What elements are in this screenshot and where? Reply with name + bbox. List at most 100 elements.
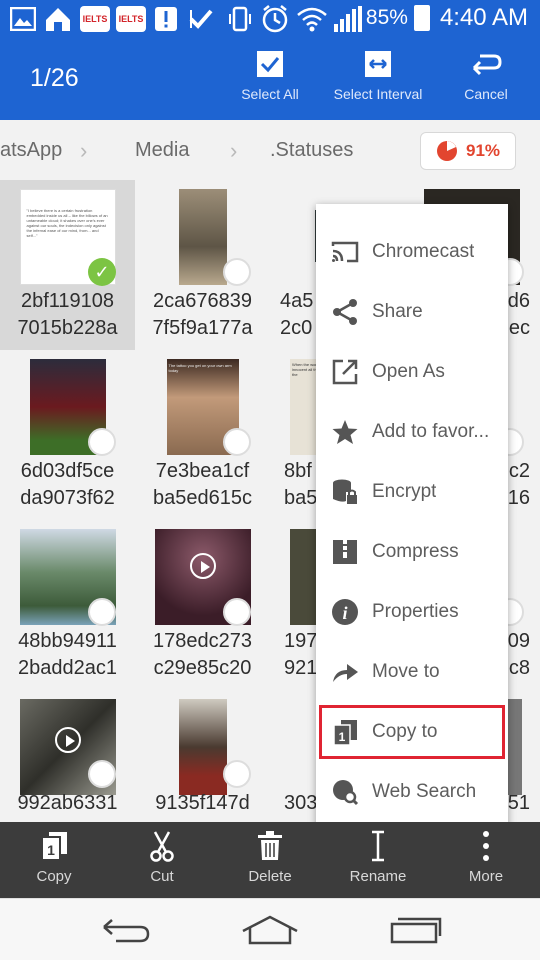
ielts-label: IELTS bbox=[82, 14, 108, 24]
menu-label: Share bbox=[372, 301, 423, 322]
selection-counter: 1/26 bbox=[30, 64, 79, 92]
selection-action-bar: 1/26 Select All Select Interval Cancel bbox=[0, 38, 540, 120]
rename-button[interactable]: Rename bbox=[324, 822, 432, 898]
rename-cursor-icon bbox=[361, 830, 395, 862]
file-item[interactable]: The tattoo you get on your own arm today… bbox=[135, 350, 270, 520]
back-icon bbox=[103, 919, 150, 943]
copy-button[interactable]: 1 Copy bbox=[0, 822, 108, 898]
file-item[interactable]: 178edc273 c29e85c20 bbox=[135, 520, 270, 690]
menu-item-add-to-favorites[interactable]: Add to favor... bbox=[316, 402, 508, 462]
delete-button[interactable]: Delete bbox=[216, 822, 324, 898]
file-name: 48bb94911 2badd2ac1 bbox=[18, 630, 117, 679]
select-radio[interactable] bbox=[223, 258, 251, 286]
home-app-notification-icon bbox=[44, 6, 72, 32]
menu-label: Web Search bbox=[372, 781, 477, 802]
menu-label: Copy to bbox=[372, 721, 438, 742]
select-radio[interactable] bbox=[88, 760, 116, 788]
menu-label: Open As bbox=[372, 361, 445, 382]
file-item[interactable]: 48bb94911 2badd2ac1 bbox=[0, 520, 135, 690]
menu-item-share[interactable]: Share bbox=[316, 282, 508, 342]
cast-icon bbox=[330, 237, 360, 267]
menu-item-move-to[interactable]: Move to bbox=[316, 642, 508, 702]
file-item[interactable]: "I believe there is a certain frustratio… bbox=[0, 180, 135, 350]
copy-to-icon: 1 bbox=[330, 717, 360, 747]
breadcrumb-item-whatsapp[interactable]: atsApp bbox=[0, 139, 62, 162]
rename-label: Rename bbox=[349, 868, 407, 885]
select-radio[interactable] bbox=[223, 760, 251, 788]
file-thumbnail bbox=[178, 189, 227, 285]
ielts-notification-icon: IELTS bbox=[80, 6, 110, 32]
file-name: 9135f147d bbox=[155, 792, 250, 814]
archive-icon bbox=[330, 537, 360, 567]
menu-item-encrypt[interactable]: Encrypt bbox=[316, 462, 508, 522]
wifi-icon bbox=[296, 6, 328, 32]
file-item[interactable]: 2ca676839 7f5f9a177a bbox=[135, 180, 270, 350]
file-name: 6d03df5ce da9073f62 bbox=[20, 460, 115, 509]
copy-label: Copy bbox=[36, 868, 72, 885]
cut-button[interactable]: Cut bbox=[108, 822, 216, 898]
menu-item-open-as[interactable]: Open As bbox=[316, 342, 508, 402]
cancel-label: Cancel bbox=[464, 86, 508, 102]
storage-usage-button[interactable]: 91% bbox=[420, 132, 516, 170]
clock: 4:40 AM bbox=[439, 4, 528, 31]
file-thumbnail bbox=[508, 699, 522, 795]
breadcrumb-separator-icon: › bbox=[80, 138, 88, 163]
select-radio[interactable] bbox=[223, 428, 251, 456]
undo-icon bbox=[472, 54, 502, 76]
file-name: 7e3bea1cf ba5ed615c bbox=[153, 460, 252, 509]
more-vertical-icon bbox=[469, 830, 503, 862]
file-name: 178edc273 c29e85c20 bbox=[153, 630, 252, 679]
alarm-icon bbox=[260, 5, 290, 33]
menu-item-compress[interactable]: Compress bbox=[316, 522, 508, 582]
home-icon bbox=[242, 915, 298, 945]
cancel-button[interactable]: Cancel bbox=[456, 50, 516, 102]
delete-label: Delete bbox=[248, 868, 292, 885]
menu-item-copy-to[interactable]: 1 Copy to bbox=[316, 702, 508, 762]
lock-database-icon bbox=[330, 477, 360, 507]
select-radio[interactable] bbox=[88, 428, 116, 456]
menu-item-web-search[interactable]: Web Search bbox=[316, 762, 508, 822]
select-all-button[interactable]: Select All bbox=[236, 50, 304, 102]
back-nav-button[interactable] bbox=[94, 913, 154, 947]
menu-item-chromecast[interactable]: Chromecast bbox=[316, 222, 508, 282]
storage-percent: 91% bbox=[465, 141, 501, 160]
select-interval-button[interactable]: Select Interval bbox=[326, 50, 430, 102]
share-icon bbox=[330, 297, 360, 327]
web-search-icon bbox=[330, 777, 360, 807]
file-thumbnail bbox=[178, 699, 227, 795]
ielts-label-2: IELTS bbox=[118, 14, 144, 24]
battery-icon bbox=[413, 5, 430, 31]
svg-text:1: 1 bbox=[339, 730, 346, 744]
selected-check-icon[interactable]: ✓ bbox=[88, 258, 116, 286]
menu-label: Move to bbox=[372, 661, 440, 682]
interval-icon bbox=[365, 51, 391, 77]
recents-nav-button[interactable] bbox=[386, 913, 446, 947]
trash-icon bbox=[253, 830, 287, 862]
pie-chart-icon bbox=[436, 141, 457, 161]
breadcrumb-item-statuses[interactable]: .Statuses bbox=[270, 139, 353, 162]
play-icon bbox=[189, 553, 216, 579]
select-radio[interactable] bbox=[223, 598, 251, 626]
select-all-label: Select All bbox=[241, 86, 299, 102]
status-right: 85% 4:40 AM bbox=[366, 4, 528, 32]
menu-label: Compress bbox=[372, 541, 459, 562]
copy-icon: 1 bbox=[37, 830, 71, 862]
bottom-toolbar: 1 Copy Cut Delete Rename More bbox=[0, 822, 540, 898]
breadcrumb-item-media[interactable]: Media bbox=[135, 139, 189, 162]
alert-notification-icon bbox=[154, 6, 178, 32]
menu-label: Chromecast bbox=[372, 241, 475, 262]
home-nav-button[interactable] bbox=[240, 913, 300, 947]
menu-item-properties[interactable]: i Properties bbox=[316, 582, 508, 642]
breadcrumb-separator-icon-2: › bbox=[230, 138, 238, 163]
cut-label: Cut bbox=[150, 868, 174, 885]
select-radio[interactable] bbox=[88, 598, 116, 626]
select-interval-label: Select Interval bbox=[333, 86, 423, 102]
file-item[interactable]: 6d03df5ce da9073f62 bbox=[0, 350, 135, 520]
ielts-notification-icon-2: IELTS bbox=[116, 6, 146, 32]
file-name: 2bf119108 7015b228a bbox=[17, 290, 118, 339]
more-button[interactable]: More bbox=[432, 822, 540, 898]
scissors-icon bbox=[145, 830, 179, 862]
thumbnail-caption: The tattoo you get on your own arm today bbox=[168, 363, 232, 373]
file-name: 2ca676839 7f5f9a177a bbox=[152, 290, 253, 339]
menu-label: Add to favor... bbox=[372, 421, 490, 442]
